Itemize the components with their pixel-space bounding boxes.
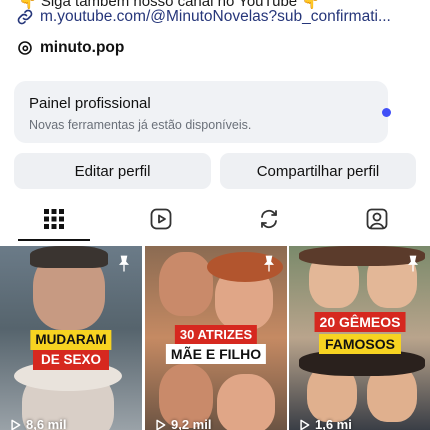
tab-reposts[interactable] bbox=[229, 196, 309, 242]
post-views-count: 9,2 mil bbox=[171, 417, 212, 430]
posts-grid: MUDARAM DE SEXO 8,6 mil 30 ATRIZES MÃE E… bbox=[0, 246, 430, 430]
post-views-count: 8,6 mil bbox=[26, 417, 67, 430]
post-title-line1: 20 GÊMEOS bbox=[314, 312, 406, 332]
play-icon bbox=[156, 419, 166, 430]
post-views: 1,6 mi bbox=[297, 417, 352, 430]
bio-link[interactable]: m.youtube.com/@MinutoNovelas?sub_confirm… bbox=[16, 6, 416, 28]
play-icon bbox=[11, 419, 21, 430]
post-tile[interactable]: 20 GÊMEOS FAMOSOS 1,6 mi bbox=[289, 246, 430, 430]
post-image-hair bbox=[30, 246, 108, 268]
tab-reels[interactable] bbox=[121, 196, 201, 242]
post-views: 9,2 mil bbox=[153, 417, 211, 430]
tab-posts[interactable] bbox=[14, 196, 94, 242]
share-profile-button[interactable]: Compartilhar perfil bbox=[220, 153, 416, 189]
post-title-line2: MÃE E FILHO bbox=[165, 344, 267, 364]
post-image-face bbox=[217, 374, 275, 430]
post-views-count: 1,6 mi bbox=[315, 417, 352, 430]
professional-dashboard-card[interactable]: Painel profissional Novas ferramentas já… bbox=[14, 81, 391, 143]
grid-icon bbox=[44, 209, 64, 229]
post-title-line1: 30 ATRIZES bbox=[174, 325, 258, 344]
threads-handle[interactable]: minuto.pop bbox=[40, 39, 124, 57]
link-icon bbox=[17, 9, 33, 25]
edit-profile-button[interactable]: Editar perfil bbox=[14, 153, 211, 189]
post-image-face bbox=[159, 252, 213, 316]
notification-dot bbox=[382, 108, 391, 117]
pin-icon bbox=[408, 255, 418, 272]
play-icon bbox=[300, 419, 310, 430]
pin-icon bbox=[264, 255, 274, 272]
active-tab-indicator bbox=[18, 239, 90, 241]
profile-tabs bbox=[0, 196, 430, 244]
reposts-icon bbox=[261, 209, 277, 229]
professional-dashboard-subtitle: Novas ferramentas já estão disponíveis. bbox=[29, 118, 252, 132]
tab-tagged[interactable] bbox=[337, 196, 417, 242]
pin-icon bbox=[119, 255, 129, 272]
threads-badge[interactable]: minuto.pop bbox=[17, 37, 124, 59]
post-title-line2: DE SEXO bbox=[32, 350, 110, 370]
tagged-icon bbox=[366, 208, 388, 230]
professional-dashboard-title: Painel profissional bbox=[29, 95, 151, 112]
post-title-line2: FAMOSOS bbox=[318, 334, 402, 354]
post-tile[interactable]: 30 ATRIZES MÃE E FILHO 9,2 mil bbox=[145, 246, 287, 430]
threads-icon bbox=[18, 41, 32, 55]
post-title-line1: MUDARAM bbox=[30, 330, 112, 350]
bio-link-text[interactable]: m.youtube.com/@MinutoNovelas?sub_confirm… bbox=[40, 8, 391, 26]
post-views: 8,6 mil bbox=[8, 417, 66, 430]
post-tile[interactable]: MUDARAM DE SEXO 8,6 mil bbox=[0, 246, 142, 430]
reels-icon bbox=[150, 208, 172, 230]
